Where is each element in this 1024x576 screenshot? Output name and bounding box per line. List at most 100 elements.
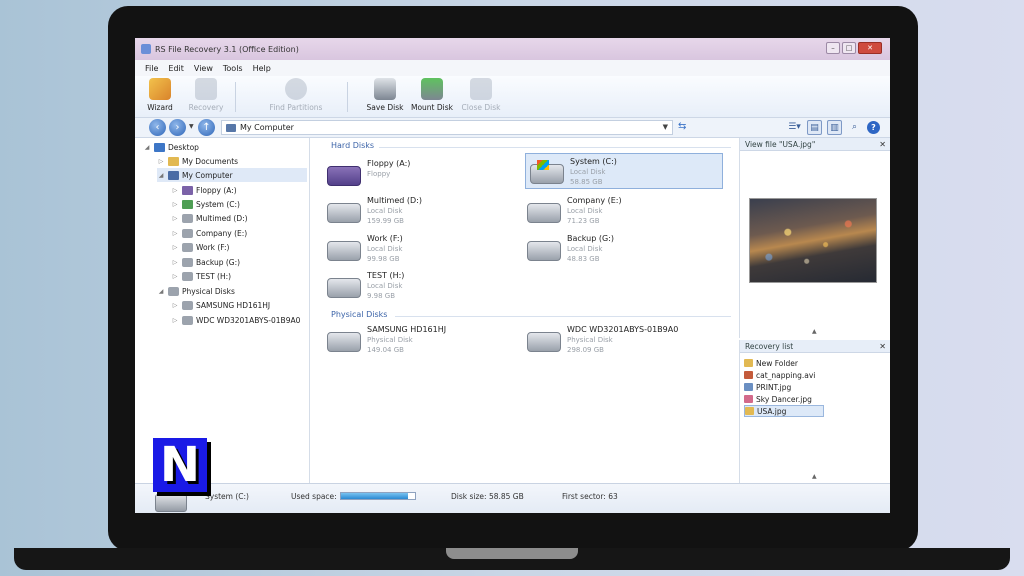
disk-wdc[interactable]: WDC WD3201ABYS-01B9A0 Physical Disk 298.…: [523, 322, 719, 358]
window-title: RS File Recovery 3.1 (Office Edition): [155, 44, 299, 54]
disk-system-c[interactable]: System (C:) Local Disk 58.85 GB: [525, 153, 723, 189]
image-preview: [749, 198, 877, 283]
tree-item-drive[interactable]: ▷ Floppy (A:): [171, 183, 237, 197]
wizard-button[interactable]: Wizard: [135, 78, 185, 112]
tree-item-physical-disks[interactable]: ◢ Physical Disks: [157, 284, 235, 298]
disk-size: 71.23 GB: [567, 217, 600, 225]
tree-item-physical-disk[interactable]: ▷ WDC WD3201ABYS-01B9A0: [171, 313, 300, 327]
recovery-button[interactable]: Recovery: [181, 78, 231, 112]
address-field[interactable]: My Computer ▼: [221, 120, 673, 135]
expand-icon[interactable]: ▷: [171, 302, 179, 309]
hard-disk-icon: [327, 241, 361, 261]
address-dropdown-icon[interactable]: ▼: [663, 123, 668, 131]
tree-item-my-computer[interactable]: ◢ My Computer: [157, 168, 307, 182]
expand-icon[interactable]: ▷: [171, 215, 179, 222]
list-item[interactable]: New Folder: [744, 357, 804, 369]
tree-item-drive[interactable]: ▷ Company (E:): [171, 226, 247, 240]
search-icon[interactable]: ⌕: [847, 120, 862, 135]
back-button[interactable]: ‹: [149, 119, 166, 136]
tree-item-drive[interactable]: ▷ System (C:): [171, 197, 240, 211]
forward-button[interactable]: ›: [169, 119, 186, 136]
find-partitions-label: Find Partitions: [269, 103, 323, 112]
expand-icon[interactable]: ▷: [171, 201, 179, 208]
expand-icon[interactable]: ◢: [157, 288, 165, 295]
folder-icon: [168, 156, 179, 166]
expand-icon[interactable]: ◢: [157, 172, 165, 179]
disk-type: Local Disk: [567, 207, 603, 215]
disk-multimed-d[interactable]: Multimed (D:) Local Disk 159.99 GB: [323, 193, 519, 229]
wizard-icon: [149, 78, 171, 100]
expand-icon[interactable]: ▷: [171, 317, 179, 324]
scroll-indicator-icon: ▲: [812, 328, 817, 335]
expand-icon[interactable]: ▷: [157, 158, 165, 165]
maximize-button[interactable]: □: [842, 42, 856, 54]
disk-work-f[interactable]: Work (F:) Local Disk 99.98 GB: [323, 231, 519, 267]
list-item[interactable]: Sky Dancer.jpg: [744, 393, 818, 405]
disk-type: Local Disk: [367, 282, 403, 290]
history-dropdown-icon[interactable]: ▼: [189, 123, 194, 130]
expand-icon[interactable]: ▷: [171, 259, 179, 266]
disk-name: Multimed (D:): [367, 196, 422, 205]
view-options-icon[interactable]: ☰▾: [787, 120, 802, 135]
status-used-label: Used space:: [291, 492, 337, 501]
layout-left-icon[interactable]: ▤: [807, 120, 822, 135]
disk-test-h[interactable]: TEST (H:) Local Disk 9.98 GB: [323, 268, 519, 304]
refresh-icon[interactable]: ⇆: [678, 121, 686, 132]
tree-item-desktop[interactable]: ◢ Desktop: [143, 140, 199, 154]
disk-type: Physical Disk: [567, 336, 613, 344]
list-item[interactable]: USA.jpg: [744, 405, 824, 417]
disk-size: 149.04 GB: [367, 346, 404, 354]
desktop-icon: [154, 142, 165, 152]
close-disk-button[interactable]: Close Disk: [456, 78, 506, 112]
address-path: My Computer: [240, 123, 294, 132]
disk-view: Hard Disks Floppy (A:) Floppy System (C:…: [311, 138, 739, 483]
disk-size: 48.83 GB: [567, 255, 600, 263]
menu-file[interactable]: File: [145, 64, 158, 73]
section-divider: [395, 316, 731, 317]
expand-icon[interactable]: ◢: [143, 144, 151, 151]
tree-item-drive[interactable]: ▷ TEST (H:): [171, 269, 231, 283]
expand-icon[interactable]: ▷: [171, 187, 179, 194]
hard-disk-icon: [527, 241, 561, 261]
system-drive-icon: [182, 199, 193, 209]
up-button[interactable]: ↑: [198, 119, 215, 136]
tree-item-physical-disk[interactable]: ▷ SAMSUNG HD161HJ: [171, 298, 270, 312]
drive-icon: [168, 286, 179, 296]
minimize-button[interactable]: –: [826, 42, 840, 54]
menu-edit[interactable]: Edit: [168, 64, 184, 73]
tree-label: TEST (H:): [196, 271, 232, 281]
menu-view[interactable]: View: [194, 64, 213, 73]
layout-right-icon[interactable]: ▥: [827, 120, 842, 135]
floppy-icon: [182, 185, 193, 195]
close-icon[interactable]: ✕: [879, 138, 886, 151]
tree-item-drive[interactable]: ▷ Backup (G:): [171, 255, 240, 269]
help-icon[interactable]: ?: [867, 121, 880, 134]
expand-icon[interactable]: ▷: [171, 230, 179, 237]
laptop-notch: [446, 548, 578, 559]
recovery-item-label: USA.jpg: [757, 406, 787, 416]
tree-item-drive[interactable]: ▷ Work (F:): [171, 240, 230, 254]
menu-tools[interactable]: Tools: [223, 64, 243, 73]
close-button[interactable]: ✕: [858, 42, 882, 54]
save-disk-button[interactable]: Save Disk: [360, 78, 410, 112]
disk-floppy-a[interactable]: Floppy (A:) Floppy: [323, 156, 519, 192]
expand-icon[interactable]: ▷: [171, 273, 179, 280]
expand-icon[interactable]: ▷: [171, 244, 179, 251]
hard-disk-icon: [527, 332, 561, 352]
used-space-bar: [340, 492, 416, 500]
folder-tree: ◢ Desktop ▷ My Documents ◢ My Computer ▷…: [135, 138, 310, 483]
tree-item-drive[interactable]: ▷ Multimed (D:): [171, 211, 248, 225]
mount-disk-button[interactable]: Mount Disk: [407, 78, 457, 112]
tree-item-my-documents[interactable]: ▷ My Documents: [157, 154, 238, 168]
disk-company-e[interactable]: Company (E:) Local Disk 71.23 GB: [523, 193, 719, 229]
list-item[interactable]: cat_napping.avi: [744, 369, 821, 381]
disk-samsung[interactable]: SAMSUNG HD161HJ Physical Disk 149.04 GB: [323, 322, 519, 358]
section-divider: [379, 147, 731, 148]
mount-disk-label: Mount Disk: [410, 103, 453, 112]
list-item[interactable]: PRINT.jpg: [744, 381, 797, 393]
disk-backup-g[interactable]: Backup (G:) Local Disk 48.83 GB: [523, 231, 719, 267]
close-icon[interactable]: ✕: [879, 340, 886, 353]
find-partitions-button[interactable]: Find Partitions: [269, 78, 323, 112]
menu-help[interactable]: Help: [253, 64, 271, 73]
view-file-header: View file "USA.jpg" ✕: [740, 138, 890, 151]
